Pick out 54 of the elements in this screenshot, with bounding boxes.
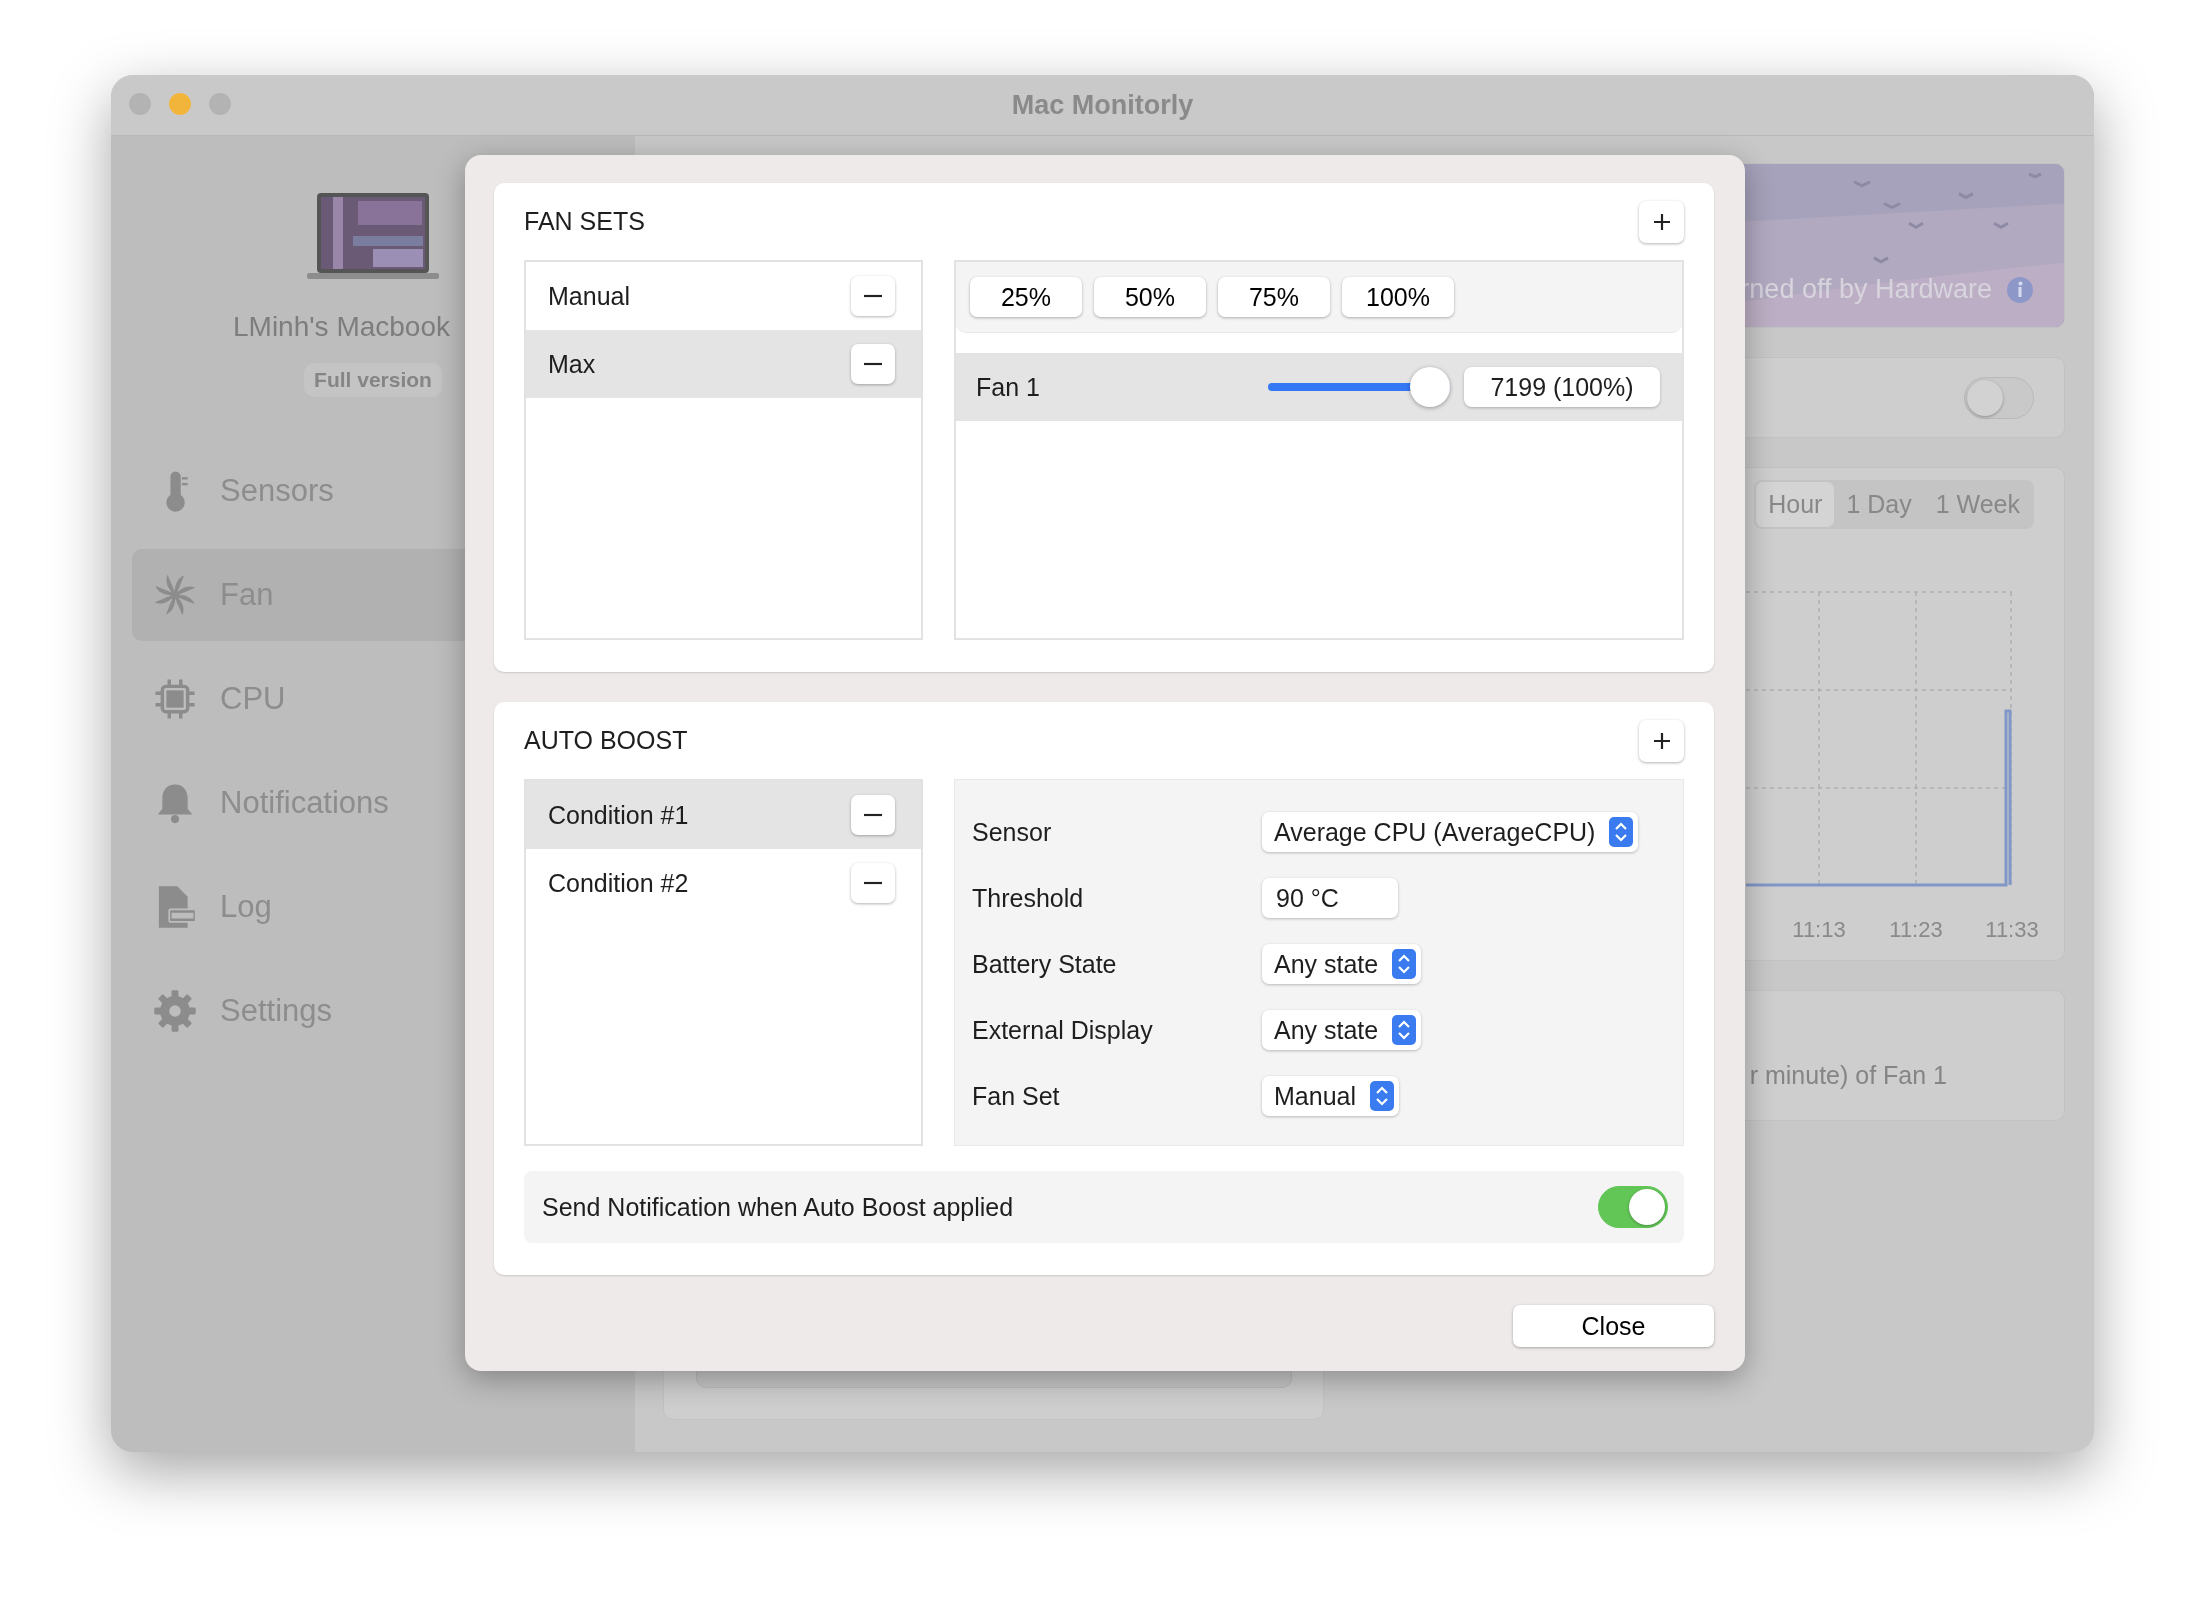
plus-icon (1651, 730, 1672, 751)
axis-label: 11:13 (1792, 917, 1846, 942)
field-label: Fan Set (972, 1080, 1061, 1112)
chevron-icon (1392, 1015, 1417, 1045)
speed-field[interactable]: 7199 (100%) (1464, 367, 1660, 407)
field-label: External Display (972, 1014, 1154, 1046)
preset-button[interactable]: 100% (1342, 277, 1454, 317)
device-name: LMinh's Macbook (233, 311, 450, 343)
preset-button[interactable]: 50% (1094, 277, 1206, 317)
minus-icon (864, 294, 882, 298)
section-title: FAN SETS (524, 207, 645, 236)
chip-icon (152, 676, 198, 722)
toggle-switch[interactable] (1598, 1186, 1668, 1228)
preset-button[interactable]: 25% (970, 277, 1082, 317)
minus-icon (864, 813, 882, 817)
field-label: Threshold (972, 882, 1085, 914)
condition-item[interactable]: Condition #1 (526, 781, 921, 849)
popup-button[interactable]: Any state (1262, 1010, 1422, 1050)
popup-button[interactable]: Manual (1262, 1076, 1399, 1116)
window-title: Mac Monitorly (1011, 89, 1194, 121)
settings-icon (152, 988, 198, 1034)
fan-icon (152, 572, 198, 618)
preset-button[interactable]: 75% (1218, 277, 1330, 317)
plus-icon (1651, 211, 1672, 232)
add-button[interactable] (1639, 200, 1684, 243)
axis-label: 11:33 (1985, 917, 2039, 942)
popup-button[interactable]: Average CPU (AverageCPU) (1262, 812, 1639, 852)
chevron-icon (1609, 817, 1634, 847)
fan-set-item[interactable]: Manual (526, 262, 921, 330)
info-icon[interactable] (2006, 275, 2034, 304)
close-button[interactable]: Close (1513, 1305, 1714, 1347)
remove-button[interactable] (851, 795, 895, 835)
field-label: Battery State (972, 948, 1118, 980)
condition-item[interactable]: Condition #2 (526, 849, 921, 917)
axis-label: 11:23 (1889, 917, 1943, 942)
minus-icon (864, 881, 882, 885)
fan-description: r minute) of Fan 1 (1749, 1061, 1947, 1090)
version-badge: Full version (304, 363, 442, 397)
chevron-icon (1370, 1081, 1394, 1111)
remove-button[interactable] (851, 344, 895, 384)
remove-button[interactable] (851, 276, 895, 316)
section-title: AUTO BOOST (524, 726, 688, 755)
minus-icon (864, 362, 882, 366)
threshold-field[interactable]: 90 °C (1262, 878, 1398, 918)
chevron-icon (1392, 949, 1417, 979)
remove-button[interactable] (851, 863, 895, 903)
toggle-switch[interactable] (1964, 376, 2034, 419)
notification-label: Send Notification when Auto Boost applied (542, 1192, 1014, 1222)
popup-button[interactable]: Any state (1262, 944, 1422, 984)
add-button[interactable] (1639, 719, 1684, 762)
fan-set-item[interactable]: Max (526, 330, 921, 398)
field-label: Sensor (972, 816, 1053, 848)
speed-slider[interactable] (1268, 367, 1450, 407)
fan-name: Fan 1 (976, 372, 1041, 402)
